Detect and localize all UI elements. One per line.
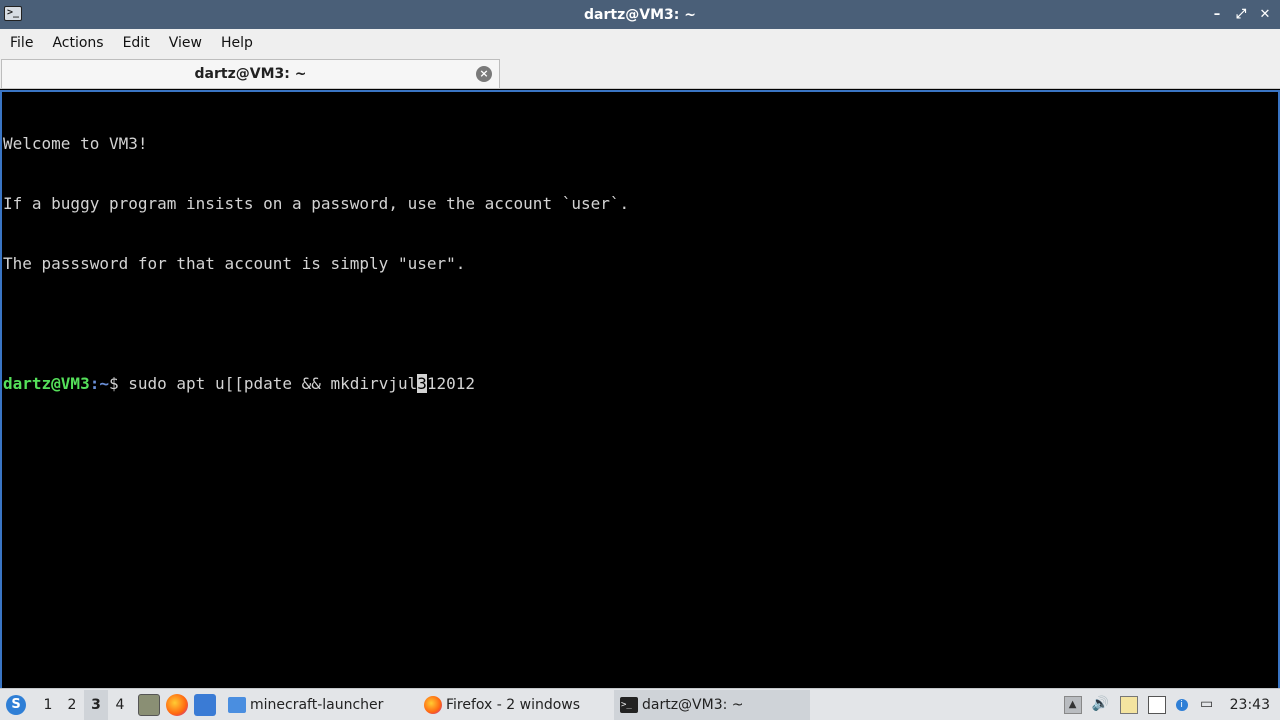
terminal-line: The passsword for that account is simply… [3,254,466,273]
tray-expand-icon[interactable]: ▲ [1063,695,1082,714]
tab-label: dartz@VM3: ~ [194,66,307,82]
tab-close-icon[interactable]: × [476,66,492,82]
terminal-icon: >_ [620,696,638,713]
menu-file[interactable]: File [10,35,33,51]
task-label: minecraft-launcher [250,696,384,713]
terminal-line: If a buggy program insists on a password… [3,194,630,213]
desktop-4-button[interactable]: 4 [108,697,132,713]
system-tray: ▲ 🔊 i ▭ 23:43 [1063,695,1280,714]
task-firefox[interactable]: Firefox - 2 windows [418,690,614,720]
tab-terminal[interactable]: dartz@VM3: ~ × [1,59,500,88]
update-notifier-icon[interactable] [1147,695,1166,714]
firefox-launcher-icon[interactable] [166,693,188,716]
desktop-3-button[interactable]: 3 [84,689,108,720]
window-title: dartz@VM3: ~ [584,6,696,23]
menu-bar: File Actions Edit View Help [0,29,1280,57]
clipboard-icon[interactable] [1119,695,1138,714]
terminal-line: Welcome to VM3! [3,134,148,153]
prompt-user: dartz@VM3 [3,374,90,393]
task-terminal[interactable]: >_ dartz@VM3: ~ [614,689,810,720]
volume-icon[interactable]: 🔊 [1092,696,1110,714]
command-text: sudo apt u[[pdate && mkdirvjul [128,374,418,393]
close-button[interactable]: ✕ [1258,7,1272,22]
menu-view[interactable]: View [169,35,202,51]
minimize-button[interactable]: – [1210,7,1224,22]
tab-bar: dartz@VM3: ~ × [0,57,1280,89]
window-controls: – ⤢ ✕ [1210,0,1272,29]
desktop-1-button[interactable]: 1 [36,697,60,713]
network-icon[interactable]: ▭ [1198,696,1216,714]
maximize-button[interactable]: ⤢ [1234,7,1248,22]
menu-actions[interactable]: Actions [52,35,103,51]
info-icon[interactable]: i [1175,698,1188,711]
text-cursor: 3 [417,374,427,393]
show-desktop-icon[interactable] [194,693,216,716]
terminal-prompt-line: dartz@VM3:~$ sudo apt u[[pdate && mkdirv… [3,374,1278,394]
command-text-after-cursor: 12012 [426,374,476,393]
desktop-2-button[interactable]: 2 [60,697,84,713]
task-minecraft-launcher[interactable]: minecraft-launcher [222,690,418,720]
file-manager-launcher-icon[interactable] [138,693,160,716]
menu-edit[interactable]: Edit [123,35,150,51]
terminal-output[interactable]: Welcome to VM3! If a buggy program insis… [0,90,1280,688]
task-label: Firefox - 2 windows [446,696,581,713]
taskbar: S 1 2 3 4 minecraft-launcher Firefox - 2… [0,688,1280,720]
prompt-symbol: $ [108,374,129,393]
terminal-app-icon[interactable]: >_ [4,6,22,21]
folder-icon [228,696,246,713]
start-menu-icon[interactable]: S [6,694,26,715]
window-titlebar[interactable]: >_ dartz@VM3: ~ – ⤢ ✕ [0,0,1280,29]
prompt-path: ~ [99,374,109,393]
firefox-icon [424,695,442,714]
clock[interactable]: 23:43 [1230,697,1270,713]
menu-help[interactable]: Help [221,35,253,51]
prompt-separator: : [89,374,100,393]
task-label: dartz@VM3: ~ [642,696,744,713]
